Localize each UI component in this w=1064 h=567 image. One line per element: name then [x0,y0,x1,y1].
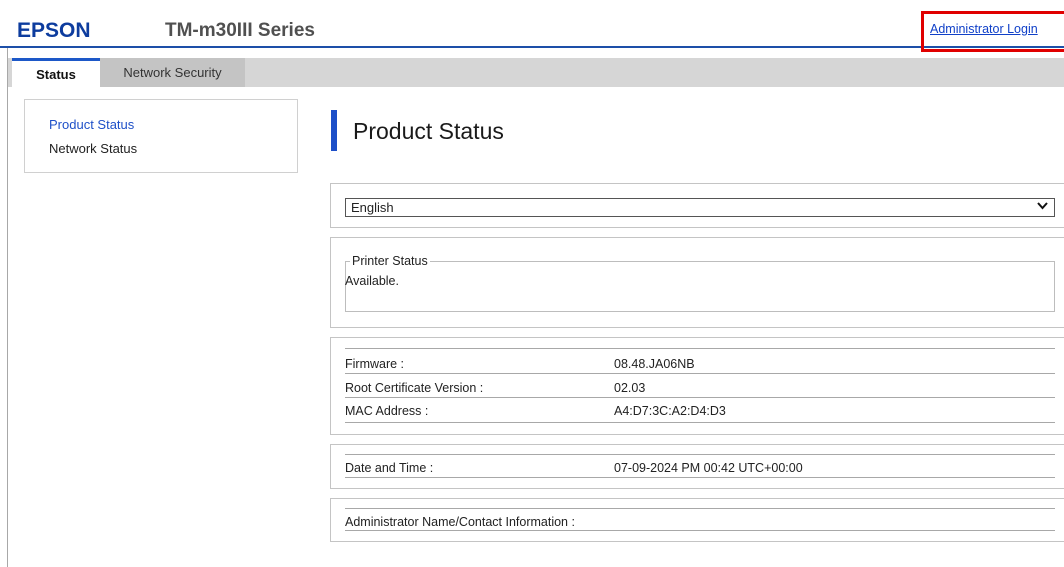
tab-status[interactable]: Status [12,58,100,88]
tab-bar: Status Network Security [8,58,1064,88]
tab-network-security[interactable]: Network Security [100,58,245,87]
date-time-panel: Date and Time : 07-09-2024 PM 00:42 UTC+… [330,444,1064,489]
page-title: Product Status [353,118,504,144]
date-time-value: 07-09-2024 PM 00:42 UTC+00:00 [614,461,803,475]
root-certificate-label: Root Certificate Version : [345,381,484,395]
printer-status-value: Available. [345,274,399,288]
sidebar: Product Status Network Status [24,99,298,173]
firmware-label: Firmware : [345,357,405,371]
page-left-border [7,48,8,567]
admin-contact-panel: Administrator Name/Contact Information : [330,498,1064,542]
mac-address-label: MAC Address : [345,404,429,418]
root-certificate-value: 02.03 [614,381,646,395]
date-time-label: Date and Time : [345,461,434,475]
administrator-login-link[interactable]: Administrator Login [930,22,1038,36]
row-divider [345,348,1055,349]
sidebar-item-network-status[interactable]: Network Status [49,141,137,156]
row-divider [345,373,1055,374]
printer-model-title: TM-m30III Series [165,20,315,41]
device-info-panel: Firmware : 08.48.JA06NB Root Certificate… [330,337,1064,435]
printer-status-panel: Printer Status Available. [330,237,1064,328]
language-select[interactable]: English [345,198,1055,217]
row-divider [345,454,1055,455]
row-divider [345,508,1055,509]
row-divider [345,422,1055,423]
language-select-value: English [351,200,394,215]
row-divider [345,477,1055,478]
printer-status-group: Printer Status [345,254,1055,312]
language-panel: English [330,183,1064,228]
top-header: EPSON TM-m30III Series [0,0,1064,48]
admin-contact-label: Administrator Name/Contact Information : [345,515,575,529]
sidebar-item-product-status[interactable]: Product Status [49,117,134,132]
printer-status-legend: Printer Status [352,254,428,268]
chevron-down-icon [1037,200,1048,215]
row-divider [345,397,1055,398]
mac-address-value: A4:D7:3C:A2:D4:D3 [614,404,726,418]
row-divider [345,530,1055,531]
title-accent-bar [331,110,337,151]
firmware-value: 08.48.JA06NB [614,357,695,371]
epson-logo: EPSON [17,19,91,42]
